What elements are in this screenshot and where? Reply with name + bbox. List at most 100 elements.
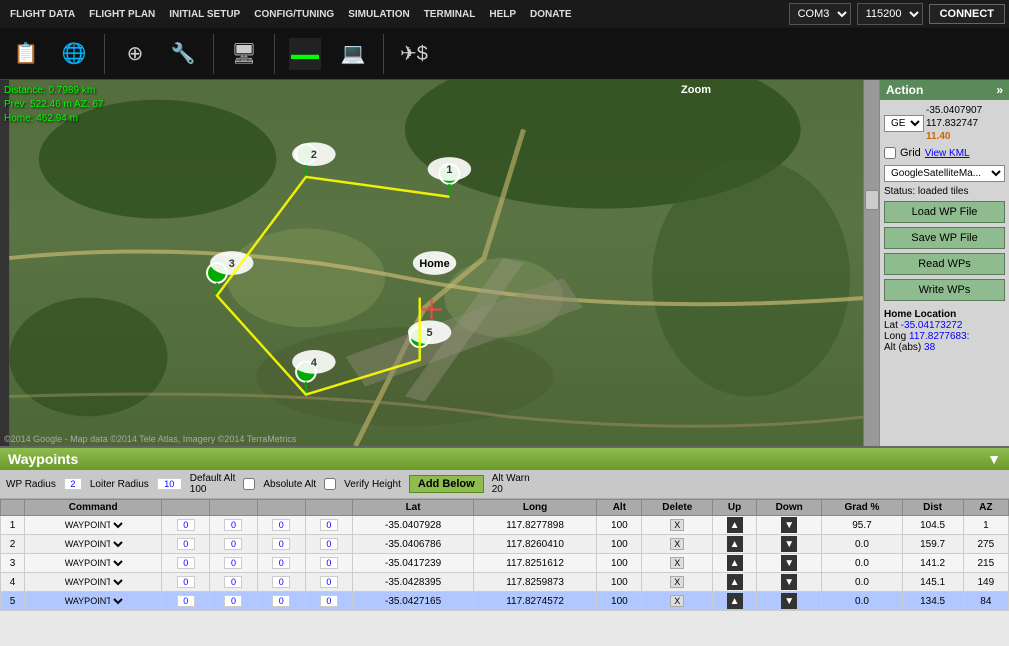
row-p1 (162, 592, 210, 611)
menu-flight-data[interactable]: FLIGHT DATA (4, 7, 81, 22)
p4-input[interactable] (320, 519, 338, 531)
p3-input[interactable] (272, 595, 290, 607)
row-down: ▼ (757, 535, 822, 554)
col-p2 (210, 500, 258, 516)
row-p3 (257, 554, 305, 573)
p1-input[interactable] (177, 557, 195, 569)
p1-input[interactable] (177, 519, 195, 531)
p1-input[interactable] (177, 538, 195, 550)
delete-btn[interactable]: X (670, 538, 684, 550)
menu-config-tuning[interactable]: CONFIG/TUNING (248, 7, 340, 22)
command-select[interactable]: WAYPOINT (61, 538, 126, 550)
p2-input[interactable] (224, 576, 242, 588)
zoom-scrollbar[interactable] (863, 80, 879, 446)
row-p2 (210, 516, 258, 535)
menu-flight-plan[interactable]: FLIGHT PLAN (83, 7, 161, 22)
menu-initial-setup[interactable]: INITIAL SETUP (163, 7, 246, 22)
down-btn[interactable]: ▼ (781, 517, 797, 533)
map-type-select[interactable]: GoogleSatelliteMa... (884, 165, 1005, 182)
command-select[interactable]: WAYPOINT (61, 519, 126, 531)
col-az: AZ (963, 500, 1008, 516)
p3-input[interactable] (272, 576, 290, 588)
col-dist: Dist (902, 500, 963, 516)
row-alt: 100 (597, 573, 642, 592)
home-lon-label: Long (884, 331, 906, 342)
menu-simulation[interactable]: SIMULATION (342, 7, 415, 22)
action-expand-btn[interactable]: » (996, 83, 1003, 97)
toolbar-separator-3 (274, 34, 275, 74)
coord-type-select[interactable]: GEO (884, 115, 924, 132)
write-wps-btn[interactable]: Write WPs (884, 279, 1005, 301)
help-toolbar-btn[interactable]: 💻 (333, 36, 373, 72)
menu-terminal[interactable]: TERMINAL (418, 7, 482, 22)
simulation-toolbar-btn[interactable]: 🖥 (224, 36, 264, 72)
add-below-btn[interactable]: Add Below (409, 475, 484, 493)
up-btn[interactable]: ▲ (727, 593, 743, 609)
command-select[interactable]: WAYPOINT (61, 557, 126, 569)
com-port-select[interactable]: COM3 (789, 3, 851, 25)
command-select[interactable]: WAYPOINT (61, 595, 126, 607)
col-down: Down (757, 500, 822, 516)
flight-data-toolbar-btn[interactable]: 📋 (6, 36, 46, 72)
table-header-row: Command Lat Long Alt Delete Up Down Grad… (1, 500, 1009, 516)
row-az: 275 (963, 535, 1008, 554)
waypoints-collapse-icon[interactable]: ▼ (987, 451, 1001, 467)
command-select[interactable]: WAYPOINT (61, 576, 126, 588)
p4-input[interactable] (320, 557, 338, 569)
table-row: 5 WAYPOINT -35.0427165 117.8274572 100 X… (1, 592, 1009, 611)
down-btn[interactable]: ▼ (781, 555, 797, 571)
up-btn[interactable]: ▲ (727, 574, 743, 590)
down-btn[interactable]: ▼ (781, 536, 797, 552)
p1-input[interactable] (177, 595, 195, 607)
map-container[interactable]: Home 1 2 3 4 5 (0, 80, 879, 446)
absolute-alt-checkbox[interactable] (243, 478, 255, 490)
up-btn[interactable]: ▲ (727, 555, 743, 571)
loiter-radius-input[interactable] (157, 478, 182, 490)
p2-input[interactable] (224, 557, 242, 569)
alt-warn-label: Alt Warn20 (492, 473, 530, 495)
delete-btn[interactable]: X (670, 576, 684, 588)
row-id: 5 (1, 592, 25, 611)
flight-plan-toolbar-btn[interactable]: 🌐 (54, 36, 94, 72)
grid-checkbox[interactable] (884, 147, 896, 159)
menu-donate[interactable]: DONATE (524, 7, 577, 22)
initial-setup-toolbar-btn[interactable]: ⊕ (115, 36, 155, 72)
p4-input[interactable] (320, 538, 338, 550)
simulation-icon: 🖥 (228, 38, 260, 70)
row-id: 3 (1, 554, 25, 573)
terminal-toolbar-btn[interactable]: ▬▬ (285, 36, 325, 72)
connect-button[interactable]: CONNECT (929, 4, 1005, 24)
delete-btn[interactable]: X (670, 595, 684, 607)
view-kml-link[interactable]: View KML (925, 148, 970, 159)
row-up: ▲ (713, 592, 757, 611)
p1-input[interactable] (177, 576, 195, 588)
menu-help[interactable]: HELP (483, 7, 522, 22)
donate-toolbar-btn[interactable]: ✈$ (394, 36, 434, 72)
load-wp-file-btn[interactable]: Load WP File (884, 201, 1005, 223)
row-p1 (162, 573, 210, 592)
up-btn[interactable]: ▲ (727, 517, 743, 533)
down-btn[interactable]: ▼ (781, 574, 797, 590)
down-btn[interactable]: ▼ (781, 593, 797, 609)
up-btn[interactable]: ▲ (727, 536, 743, 552)
read-wps-btn[interactable]: Read WPs (884, 253, 1005, 275)
p4-input[interactable] (320, 576, 338, 588)
save-wp-file-btn[interactable]: Save WP File (884, 227, 1005, 249)
waypoints-table: Command Lat Long Alt Delete Up Down Grad… (0, 499, 1009, 611)
delete-btn[interactable]: X (670, 557, 684, 569)
p4-input[interactable] (320, 595, 338, 607)
baud-rate-select[interactable]: 115200 (857, 3, 923, 25)
toolbar: 📋 🌐 ⊕ 🔧 🖥 ▬▬ 💻 ✈$ (0, 28, 1009, 80)
verify-height-checkbox[interactable] (324, 478, 336, 490)
zoom-thumb[interactable] (865, 190, 879, 210)
p2-input[interactable] (224, 519, 242, 531)
delete-btn[interactable]: X (670, 519, 684, 531)
p3-input[interactable] (272, 519, 290, 531)
p3-input[interactable] (272, 538, 290, 550)
coord-row: GEO -35.0407907 117.832747 11.40 (884, 104, 1005, 143)
p2-input[interactable] (224, 595, 242, 607)
config-tuning-toolbar-btn[interactable]: 🔧 (163, 36, 203, 72)
wp-radius-input[interactable] (64, 478, 82, 490)
p3-input[interactable] (272, 557, 290, 569)
p2-input[interactable] (224, 538, 242, 550)
